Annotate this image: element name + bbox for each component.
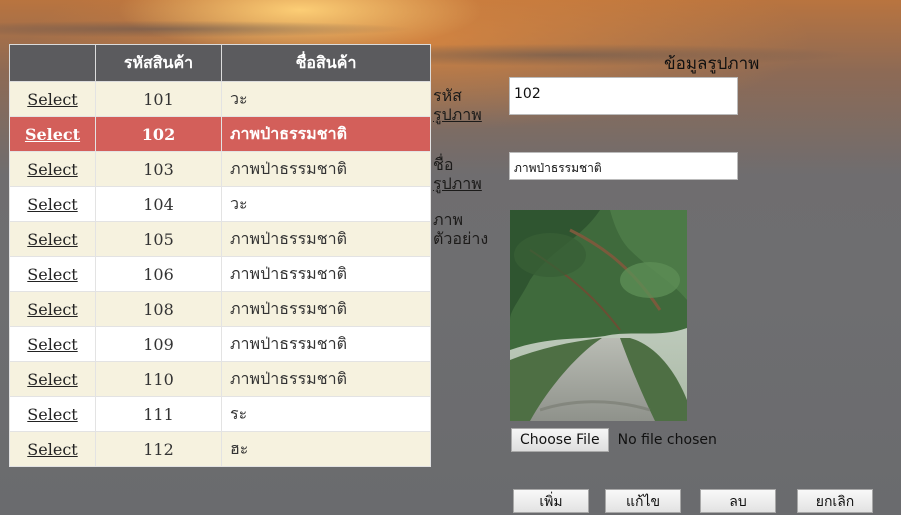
header-product-name: ชื่อสินค้า (221, 44, 431, 82)
product-code-cell: 109 (95, 326, 222, 362)
delete-button[interactable]: ลบ (700, 489, 776, 513)
image-name-label: ชื่อ รูปภาพ (433, 155, 505, 193)
select-link[interactable]: Select (27, 300, 77, 319)
forest-road-photo (510, 210, 687, 421)
table-row: Select 111 ระ (9, 396, 431, 432)
table-row: Select 109 ภาพป่าธรรมชาติ (9, 326, 431, 362)
select-cell: Select (9, 431, 96, 467)
select-cell: Select (9, 361, 96, 397)
product-code-cell: 102 (95, 116, 222, 152)
table-row: Select 105 ภาพป่าธรรมชาติ (9, 221, 431, 257)
select-cell: Select (9, 256, 96, 292)
table-row: Select 104 วะ (9, 186, 431, 222)
select-link[interactable]: Select (27, 230, 77, 249)
select-link[interactable]: Select (27, 195, 77, 214)
select-cell: Select (9, 116, 96, 152)
image-name-field[interactable]: ภาพป่าธรรมชาติ (509, 152, 738, 180)
preview-image-label: ภาพ ตัวอย่าง (433, 210, 505, 248)
product-name-cell: ภาพป่าธรรมชาติ (221, 291, 431, 327)
sky-cloud-band (0, 18, 901, 40)
select-link[interactable]: Select (27, 440, 77, 459)
product-code-cell: 112 (95, 431, 222, 467)
choose-file-button[interactable]: Choose File (511, 428, 609, 452)
select-link[interactable]: Select (25, 125, 80, 144)
product-code-cell: 111 (95, 396, 222, 432)
product-table: รหัสสินค้า ชื่อสินค้า Select 101 วะ Select 1… (9, 44, 431, 467)
product-name-cell: ฮะ (221, 431, 431, 467)
table-row: Select 108 ภาพป่าธรรมชาติ (9, 291, 431, 327)
preview-image-label-line1: ภาพ (433, 210, 464, 229)
product-name-cell: ภาพป่าธรรมชาติ (221, 221, 431, 257)
select-link[interactable]: Select (27, 370, 77, 389)
add-button[interactable]: เพิ่ม (513, 489, 589, 513)
table-row: Select 106 ภาพป่าธรรมชาติ (9, 256, 431, 292)
product-code-cell: 110 (95, 361, 222, 397)
select-cell: Select (9, 186, 96, 222)
select-cell: Select (9, 326, 96, 362)
preview-image-label-line2: ตัวอย่าง (433, 229, 489, 248)
product-name-cell: ภาพป่าธรรมชาติ (221, 256, 431, 292)
table-row: Select 101 วะ (9, 81, 431, 117)
product-code-cell: 106 (95, 256, 222, 292)
product-name-cell: ระ (221, 396, 431, 432)
preview-image (510, 210, 687, 421)
select-cell: Select (9, 221, 96, 257)
table-row: Select 103 ภาพป่าธรรมชาติ (9, 151, 431, 187)
table-row: Select 112 ฮะ (9, 431, 431, 467)
header-product-code: รหัสสินค้า (95, 44, 222, 82)
product-name-cell: ภาพป่าธรรมชาติ (221, 361, 431, 397)
image-name-label-line2: รูปภาพ (433, 174, 482, 193)
select-link[interactable]: Select (27, 335, 77, 354)
table-row: Select 102 ภาพป่าธรรมชาติ (9, 116, 431, 152)
product-name-cell: ภาพป่าธรรมชาติ (221, 116, 431, 152)
image-code-label: รหัส รูปภาพ (433, 86, 505, 124)
image-code-field[interactable]: 102 (509, 77, 738, 115)
image-code-label-line1: รหัส (433, 86, 462, 105)
table-header-row: รหัสสินค้า ชื่อสินค้า (9, 44, 431, 82)
product-code-cell: 103 (95, 151, 222, 187)
select-cell: Select (9, 291, 96, 327)
panel-title: ข้อมูลรูปภาพ (664, 54, 760, 74)
select-cell: Select (9, 81, 96, 117)
edit-button[interactable]: แก้ไข (605, 489, 681, 513)
image-name-label-line1: ชื่อ (433, 155, 454, 174)
product-name-cell: วะ (221, 186, 431, 222)
image-code-label-line2: รูปภาพ (433, 105, 482, 124)
product-name-cell: วะ (221, 81, 431, 117)
select-link[interactable]: Select (27, 265, 77, 284)
header-select (9, 44, 96, 82)
select-link[interactable]: Select (27, 90, 77, 109)
file-upload: Choose File No file chosen (511, 428, 717, 452)
product-code-cell: 101 (95, 81, 222, 117)
file-status: No file chosen (617, 432, 717, 448)
select-cell: Select (9, 151, 96, 187)
product-code-cell: 104 (95, 186, 222, 222)
product-code-cell: 108 (95, 291, 222, 327)
product-code-cell: 105 (95, 221, 222, 257)
product-name-cell: ภาพป่าธรรมชาติ (221, 326, 431, 362)
select-link[interactable]: Select (27, 405, 77, 424)
table-row: Select 110 ภาพป่าธรรมชาติ (9, 361, 431, 397)
product-name-cell: ภาพป่าธรรมชาติ (221, 151, 431, 187)
select-link[interactable]: Select (27, 160, 77, 179)
cancel-button[interactable]: ยกเลิก (797, 489, 873, 513)
select-cell: Select (9, 396, 96, 432)
